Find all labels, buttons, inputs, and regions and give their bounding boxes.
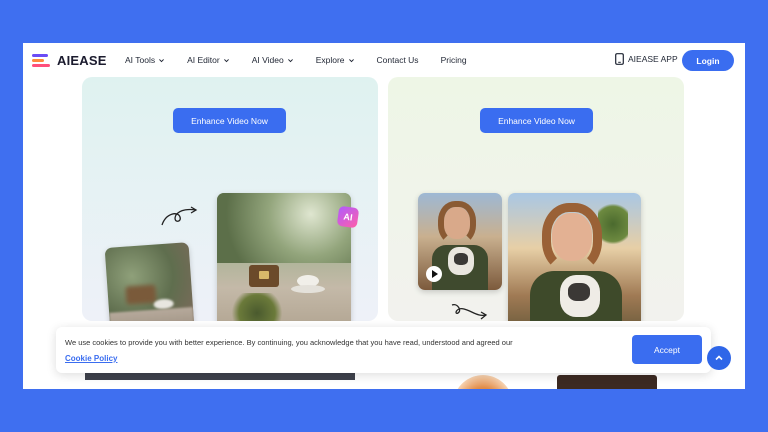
phone-icon [615,53,624,65]
app-download-link[interactable]: AIEASE APP [615,53,678,65]
menu-ai-editor[interactable]: AI Editor [187,55,230,65]
curved-arrow-icon [451,304,488,320]
top-navigation: AIEASE AI Tools AI Editor AI Video Explo… [23,43,745,77]
cookie-message: We use cookies to provide you with bette… [65,338,513,347]
menu-ai-tools[interactable]: AI Tools [125,55,165,65]
menu-label: AI Tools [125,55,156,65]
play-icon[interactable] [426,266,442,282]
chevron-down-icon [287,58,293,62]
after-thumbnail[interactable] [217,193,351,321]
menu-explore[interactable]: Explore [316,55,355,65]
ai-badge: AI [336,205,360,229]
menu-contact-us[interactable]: Contact Us [377,55,419,65]
login-button[interactable]: Login [682,50,734,71]
brand-logo[interactable]: AIEASE [32,52,107,68]
menu-label: Contact Us [376,55,419,65]
menu-label: Explore [315,55,345,65]
feature-card-video-enhance: Enhance Video Now AI [82,77,378,321]
app-link-label: AIEASE APP [628,54,678,64]
browser-viewport: AIEASE AI Tools AI Editor AI Video Explo… [23,43,745,389]
section-image-partial [557,375,657,389]
enhance-video-button[interactable]: Enhance Video Now [173,108,286,133]
menu-label: Pricing [440,55,467,65]
arrow-up-icon [715,355,723,361]
section-image-partial [453,375,513,389]
logo-icon [32,52,52,68]
curved-arrow-icon [161,206,198,226]
cookie-banner: We use cookies to provide you with bette… [56,327,711,373]
chevron-down-icon [348,58,354,62]
after-thumbnail[interactable] [508,193,641,321]
chevron-down-icon [223,58,229,62]
menu-ai-video[interactable]: AI Video [252,55,294,65]
chevron-down-icon [159,58,165,62]
before-thumbnail[interactable] [104,242,196,321]
feature-card-portrait-enhance: Enhance Video Now [388,77,684,321]
menu-label: AI Editor [187,55,220,65]
before-thumbnail[interactable] [418,193,502,290]
accept-cookies-button[interactable]: Accept [632,335,702,364]
enhance-video-button[interactable]: Enhance Video Now [480,108,593,133]
brand-name: AIEASE [57,52,107,68]
menu-pricing[interactable]: Pricing [441,55,467,65]
scroll-to-top-button[interactable] [707,346,731,370]
cookie-policy-link[interactable]: Cookie Policy [65,354,117,363]
menu-label: AI Video [251,55,284,65]
main-menu: AI Tools AI Editor AI Video Explore Cont… [125,43,489,77]
